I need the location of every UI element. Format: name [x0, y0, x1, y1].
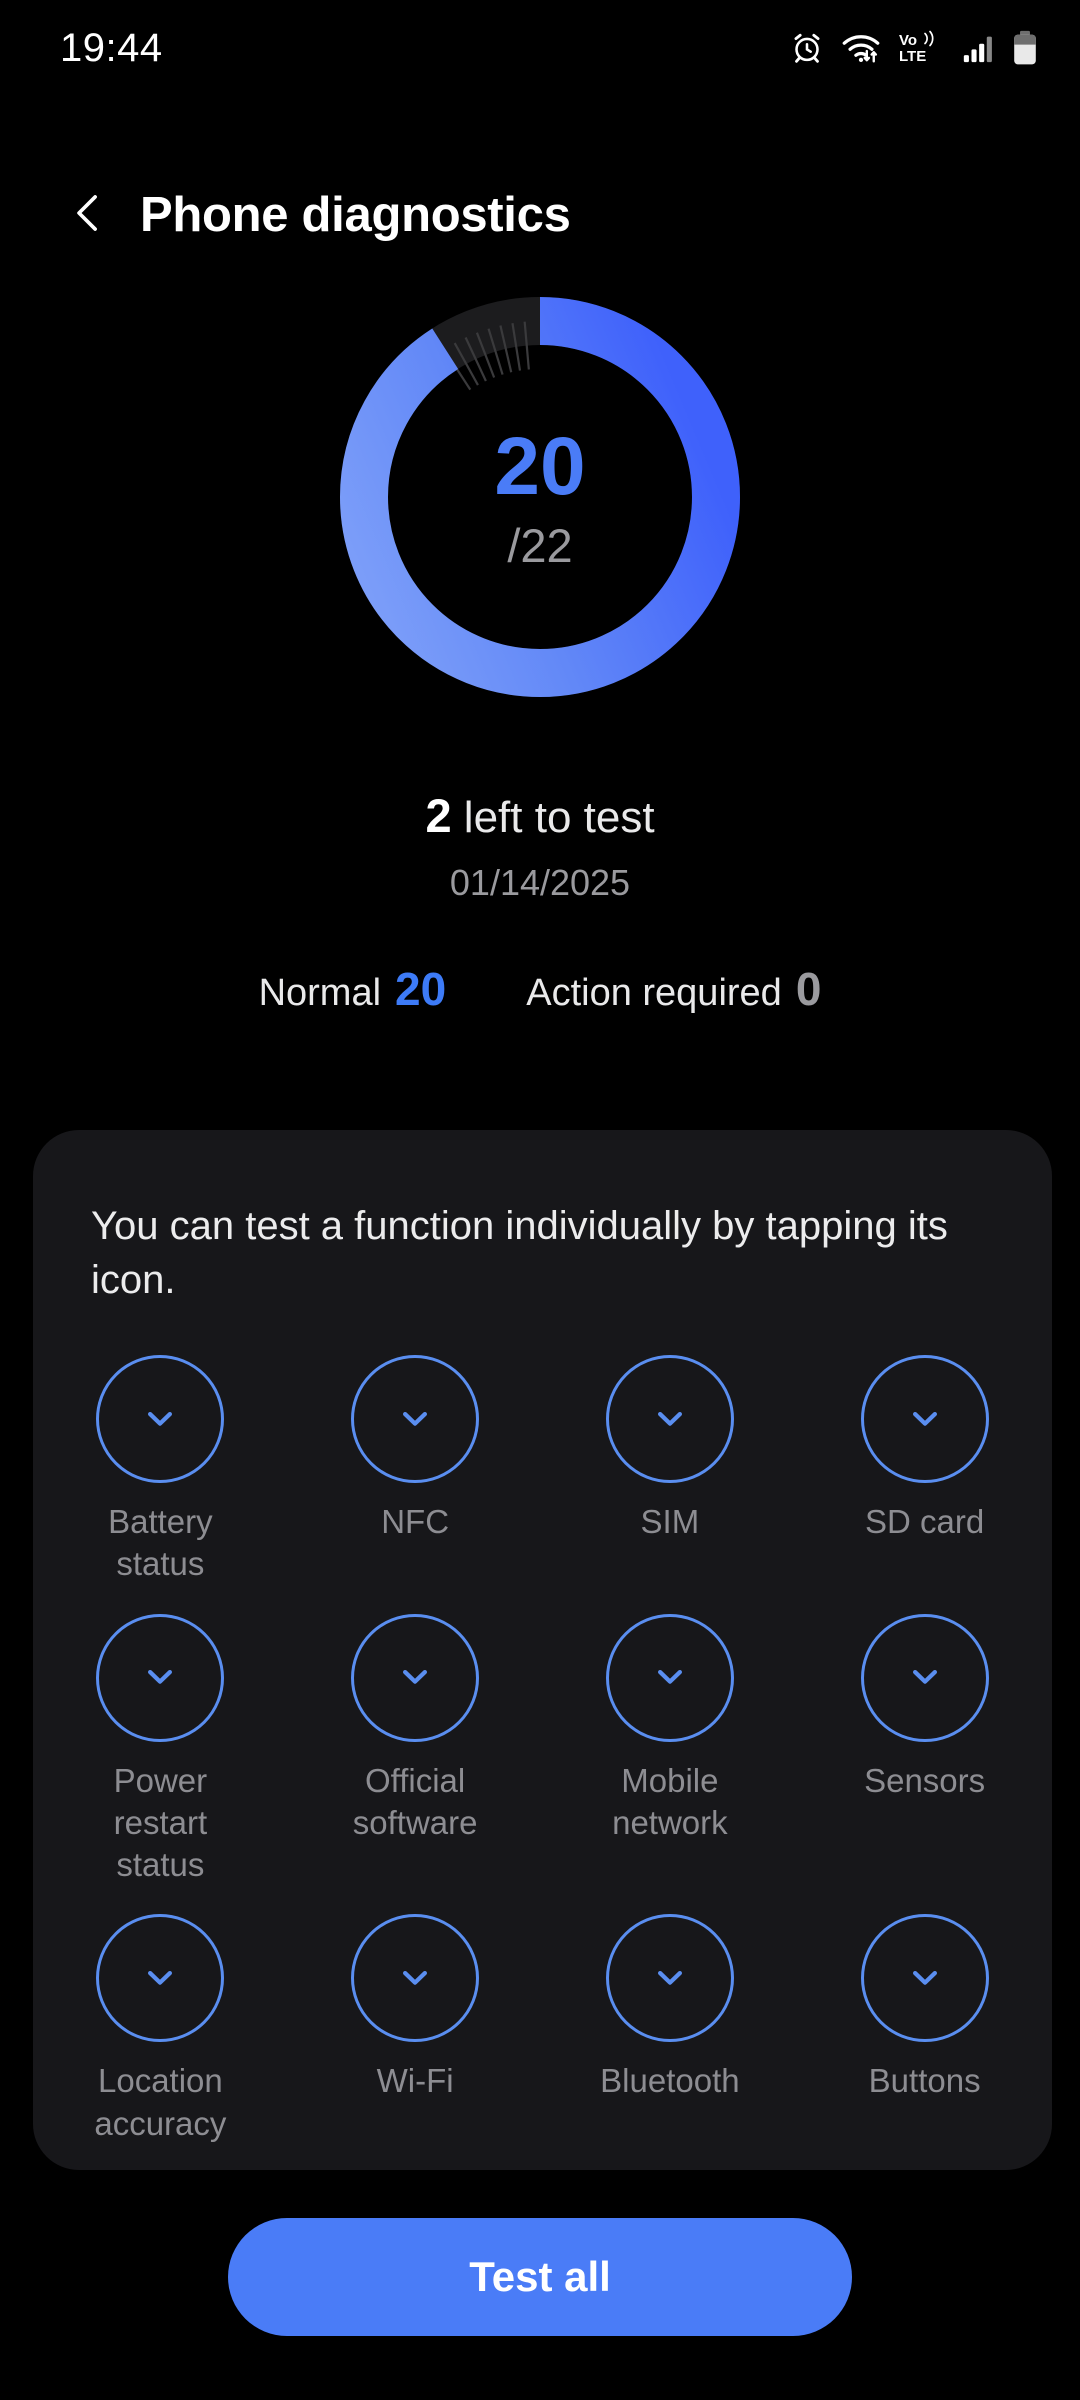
svg-text:LTE: LTE [899, 48, 926, 65]
test-item-label: SIM [640, 1503, 700, 1541]
test-item-status-circle[interactable] [605, 1914, 734, 2043]
test-item[interactable]: Mobile network [543, 1613, 798, 1887]
check-icon [903, 1954, 947, 2003]
test-item[interactable]: SIM [543, 1355, 798, 1585]
signal-icon [961, 31, 995, 65]
status-counts: Normal 20 Action required 0 [0, 962, 1080, 1016]
normal-value: 20 [395, 963, 447, 1015]
last-test-date: 01/14/2025 [449, 862, 631, 903]
status-bar: 19:44 Vo LTE [0, 0, 1080, 96]
test-item-status-circle[interactable] [96, 1613, 225, 1742]
check-icon [648, 1395, 692, 1444]
normal-label: Normal [258, 972, 382, 1014]
test-item[interactable]: Power restart status [33, 1613, 288, 1887]
status-bar-icons: Vo LTE [790, 30, 1038, 66]
donut-chart: 20 /22 [323, 280, 757, 714]
left-to-test-line: 2 left to test [0, 788, 1080, 843]
test-item[interactable]: Battery status [33, 1355, 288, 1585]
donut-tested-count: 20 [494, 420, 586, 512]
test-item-status-circle[interactable] [605, 1613, 734, 1742]
donut-center-labels: 20 /22 [323, 280, 757, 714]
test-item-label: Location accuracy [94, 2062, 227, 2142]
card-description: You can test a function individually by … [91, 1204, 948, 1302]
check-icon [138, 1395, 182, 1444]
diagnostics-progress-chart: 20 /22 [0, 272, 1080, 722]
test-item-status-circle[interactable] [351, 1613, 480, 1742]
test-item-label: Battery status [108, 1503, 213, 1583]
volte-icon: Vo LTE [898, 30, 944, 66]
check-icon [138, 1653, 182, 1702]
test-item[interactable]: Bluetooth [543, 1914, 798, 2144]
test-item-label: Buttons [868, 2062, 981, 2100]
test-item-status-circle[interactable] [860, 1613, 989, 1742]
test-item[interactable]: SD card [797, 1355, 1052, 1585]
test-item-label: Mobile network [612, 1761, 728, 1841]
check-icon [903, 1653, 947, 1702]
test-item[interactable]: Buttons [797, 1914, 1052, 2144]
check-icon [903, 1395, 947, 1444]
test-item[interactable]: NFC [288, 1355, 543, 1585]
test-item-label: Sensors [864, 1761, 986, 1799]
test-item-status-circle[interactable] [860, 1355, 989, 1484]
alarm-icon [790, 31, 824, 65]
left-to-test-count: 2 [425, 789, 452, 842]
check-icon [393, 1954, 437, 2003]
left-to-test-text: left to test [451, 793, 655, 842]
test-item-label: Official software [352, 1761, 478, 1841]
test-item-label: NFC [381, 1503, 450, 1541]
status-bar-clock: 19:44 [60, 25, 163, 70]
wifi-icon [841, 31, 881, 65]
action-required-value: 0 [795, 963, 822, 1015]
test-item[interactable]: Sensors [797, 1613, 1052, 1887]
check-icon [138, 1954, 182, 2003]
test-item-status-circle[interactable] [96, 1914, 225, 2043]
battery-icon [1012, 30, 1038, 66]
page-title: Phone diagnostics [140, 188, 571, 242]
test-item-label: Power restart status [113, 1761, 208, 1884]
test-item[interactable]: Wi-Fi [288, 1914, 543, 2144]
back-button[interactable] [46, 172, 132, 258]
test-item-status-circle[interactable] [860, 1914, 989, 2043]
normal-count-group: Normal 20 [259, 962, 447, 1016]
check-icon [393, 1653, 437, 1702]
test-item[interactable]: Official software [288, 1613, 543, 1887]
chevron-left-icon [66, 190, 112, 241]
test-item-status-circle[interactable] [351, 1914, 480, 2043]
check-icon [648, 1653, 692, 1702]
test-item-status-circle[interactable] [351, 1355, 480, 1484]
test-item-status-circle[interactable] [605, 1355, 734, 1484]
test-item-label: Bluetooth [600, 2062, 740, 2100]
svg-text:Vo: Vo [899, 32, 917, 49]
diagnostics-card: You can test a function individually by … [33, 1130, 1052, 2170]
action-required-count-group: Action required 0 [526, 962, 821, 1016]
test-items-grid: Battery status NFC SIM SD card Power restart… [33, 1355, 1052, 2145]
app-bar: Phone diagnostics [0, 160, 1080, 270]
test-item-status-circle[interactable] [96, 1355, 225, 1484]
check-icon [648, 1954, 692, 2003]
check-icon [393, 1395, 437, 1444]
test-item-label: SD card [865, 1503, 985, 1541]
test-item[interactable]: Location accuracy [33, 1914, 288, 2144]
test-item-label: Wi-Fi [376, 2062, 454, 2100]
donut-total-count: /22 [507, 518, 573, 572]
action-required-label: Action required [526, 972, 782, 1014]
test-all-button[interactable]: Test all [228, 2218, 852, 2336]
